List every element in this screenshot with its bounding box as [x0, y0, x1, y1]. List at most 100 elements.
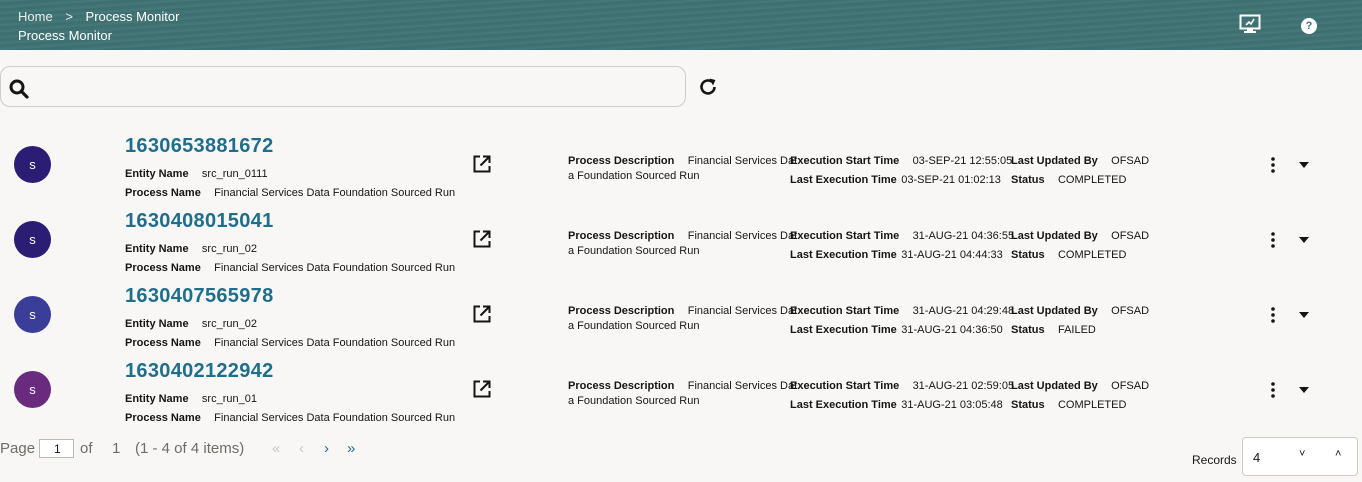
- page-number-input[interactable]: [39, 439, 74, 458]
- run-id-link[interactable]: 1630407565978: [125, 285, 274, 308]
- avatar: s: [14, 221, 51, 258]
- last-updated-value: OFSAD: [1111, 155, 1150, 167]
- last-page-icon[interactable]: »: [347, 440, 355, 457]
- chevron-down-icon[interactable]: ˅: [1299, 448, 1305, 460]
- entity-name-label: Entity Name: [125, 168, 189, 180]
- last-updated-line: Last Updated By OFSAD: [1011, 301, 1149, 319]
- last-updated-line: Last Updated By OFSAD: [1011, 376, 1149, 394]
- entity-name-value: src_run_02: [201, 318, 257, 330]
- status-label: Status: [1011, 174, 1045, 186]
- breadcrumb: Home > Process Monitor: [18, 9, 179, 24]
- last-updated-label: Last Updated By: [1011, 155, 1098, 167]
- expand-caret-icon[interactable]: [1299, 312, 1309, 318]
- entity-name-value: src_run_01: [201, 393, 257, 405]
- status-label: Status: [1011, 399, 1045, 411]
- prev-page-icon[interactable]: ‹: [299, 440, 304, 457]
- process-name-label: Process Name: [125, 187, 201, 199]
- open-external-icon[interactable]: [472, 154, 492, 179]
- process-description-continuation: a Foundation Sourced Run: [568, 320, 700, 332]
- process-name-value: Financial Services Data Foundation Sourc…: [214, 262, 456, 274]
- entity-name-label: Entity Name: [125, 393, 189, 405]
- entity-name-value: src_run_0111: [201, 168, 268, 180]
- next-page-icon[interactable]: ›: [324, 440, 329, 457]
- breadcrumb-separator-icon: >: [65, 9, 73, 24]
- process-description-value: Financial Services Dat: [687, 305, 798, 317]
- records-per-page-select[interactable]: 4 ˅ ˄: [1242, 437, 1358, 476]
- breadcrumb-home-link[interactable]: Home: [18, 9, 53, 24]
- process-description-value: Financial Services Dat: [687, 155, 798, 167]
- open-external-icon[interactable]: [472, 229, 492, 254]
- process-name-label: Process Name: [125, 337, 201, 349]
- execution-start-value: 31-AUG-21 04:29:48: [912, 305, 1015, 317]
- execution-start-label: Execution Start Time: [790, 155, 900, 167]
- entity-name-line: Entity Name src_run_0111: [125, 164, 268, 182]
- last-execution-value: 31-AUG-21 04:36:50: [901, 324, 1003, 336]
- page-title: Process Monitor: [18, 28, 112, 43]
- refresh-icon[interactable]: [697, 76, 719, 103]
- open-external-icon[interactable]: [472, 379, 492, 404]
- status-badge: COMPLETED: [1057, 399, 1127, 411]
- breadcrumb-current: Process Monitor: [85, 9, 180, 24]
- avatar: s: [14, 296, 51, 333]
- search-input[interactable]: [39, 75, 673, 101]
- last-execution-line: Last Execution Time 31-AUG-21 03:05:48: [790, 395, 1003, 413]
- last-updated-label: Last Updated By: [1011, 305, 1098, 317]
- search-icon[interactable]: [9, 79, 29, 104]
- process-description-label: Process Description: [568, 155, 675, 167]
- process-name-label: Process Name: [125, 262, 201, 274]
- app-header: Home > Process Monitor Process Monitor ?: [0, 0, 1362, 50]
- process-description-value: Financial Services Dat: [687, 230, 798, 242]
- entity-name-value: src_run_02: [201, 243, 257, 255]
- process-description-line: Process Description Financial Services D…: [568, 151, 797, 169]
- process-name-value: Financial Services Data Foundation Sourc…: [214, 412, 456, 424]
- execution-start-line: Execution Start Time 31-AUG-21 04:36:55: [790, 226, 1014, 244]
- run-id-link[interactable]: 1630408015041: [125, 210, 274, 233]
- last-execution-value: 31-AUG-21 04:44:33: [901, 249, 1003, 261]
- process-description-line: Process Description Financial Services D…: [568, 226, 797, 244]
- records-label: Records: [1192, 453, 1237, 467]
- expand-caret-icon[interactable]: [1299, 237, 1309, 243]
- run-id-link[interactable]: 1630402122942: [125, 360, 274, 383]
- execution-start-label: Execution Start Time: [790, 230, 900, 242]
- process-description-line: Process Description Financial Services D…: [568, 376, 797, 394]
- last-updated-value: OFSAD: [1111, 230, 1150, 242]
- process-name-line: Process Name Financial Services Data Fou…: [125, 333, 455, 351]
- avatar: s: [14, 371, 51, 408]
- status-line: Status COMPLETED: [1011, 395, 1126, 413]
- process-row: s 1630408015041 Entity Name src_run_02 P…: [0, 206, 1362, 280]
- page-label: Page: [0, 440, 36, 457]
- process-description-value: Financial Services Dat: [687, 380, 798, 392]
- execution-start-label: Execution Start Time: [790, 380, 900, 392]
- more-actions-icon[interactable]: [1267, 305, 1279, 330]
- last-execution-line: Last Execution Time 31-AUG-21 04:36:50: [790, 320, 1003, 338]
- process-row: s 1630402122942 Entity Name src_run_01 P…: [0, 356, 1362, 430]
- open-external-icon[interactable]: [472, 304, 492, 329]
- process-description-label: Process Description: [568, 305, 675, 317]
- expand-caret-icon[interactable]: [1299, 162, 1309, 168]
- last-execution-label: Last Execution Time: [790, 399, 897, 411]
- entity-name-line: Entity Name src_run_02: [125, 314, 257, 332]
- more-actions-icon[interactable]: [1267, 230, 1279, 255]
- execution-start-line: Execution Start Time 31-AUG-21 02:59:05: [790, 376, 1014, 394]
- status-line: Status FAILED: [1011, 320, 1096, 338]
- process-name-line: Process Name Financial Services Data Fou…: [125, 408, 455, 426]
- search-box: [0, 66, 686, 107]
- first-page-icon[interactable]: «: [272, 440, 280, 457]
- run-id-link[interactable]: 1630653881672: [125, 135, 274, 158]
- process-name-value: Financial Services Data Foundation Sourc…: [214, 337, 456, 349]
- process-name-label: Process Name: [125, 412, 201, 424]
- process-name-line: Process Name Financial Services Data Fou…: [125, 258, 455, 276]
- last-updated-value: OFSAD: [1111, 305, 1150, 317]
- process-row: s 1630407565978 Entity Name src_run_02 P…: [0, 281, 1362, 355]
- chevron-up-icon[interactable]: ˄: [1335, 448, 1341, 460]
- more-actions-icon[interactable]: [1267, 380, 1279, 405]
- process-description-label: Process Description: [568, 230, 675, 242]
- last-execution-label: Last Execution Time: [790, 174, 897, 186]
- process-description-continuation: a Foundation Sourced Run: [568, 170, 700, 182]
- more-actions-icon[interactable]: [1267, 155, 1279, 180]
- last-execution-line: Last Execution Time 03-SEP-21 01:02:13: [790, 170, 1001, 188]
- monitor-icon[interactable]: [1239, 14, 1261, 39]
- status-label: Status: [1011, 249, 1045, 261]
- expand-caret-icon[interactable]: [1299, 387, 1309, 393]
- help-icon[interactable]: ?: [1301, 18, 1317, 34]
